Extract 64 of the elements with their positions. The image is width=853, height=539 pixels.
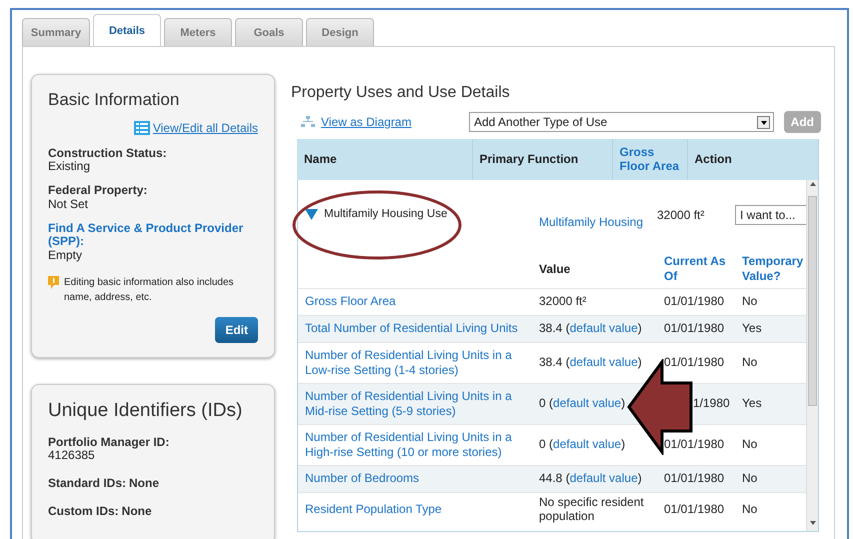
default-value-link[interactable]: default value [553, 396, 622, 410]
temporary-text: No [742, 502, 758, 516]
temporary-text: Yes [742, 321, 762, 336]
date-text: 01/01/1980 [664, 437, 724, 452]
value-text: 38.4 (default value) [539, 355, 642, 370]
temporary-text: No [742, 355, 758, 370]
use-name: Multifamily Housing Use [324, 208, 448, 222]
card-title: Unique Identifiers (IDs) [48, 399, 244, 424]
column-header: Name [297, 139, 472, 180]
detail-link[interactable]: Gross Floor Area [305, 294, 525, 309]
date-text: 01/01/1980 [664, 355, 724, 370]
detail-link[interactable]: Resident Population Type [305, 502, 525, 516]
tab[interactable]: Design [306, 18, 374, 47]
value-text: 0 (default value) [539, 396, 626, 410]
details-link[interactable]: View/Edit all Details [152, 118, 258, 136]
field-value: Not Set [48, 198, 90, 212]
tab[interactable]: Goals [235, 18, 303, 47]
date-text: 01/01/1980 [664, 294, 724, 308]
temporary-text: No [742, 471, 758, 486]
date-text: 01/01/1980 [664, 502, 724, 516]
detail-link[interactable]: Number of Residential Living Units in a Low-rise Setting (1-4 stories) [305, 348, 525, 377]
field-value: None [122, 504, 152, 519]
column-header-link[interactable]: Gross Floor Area [612, 139, 687, 180]
field-value: None [129, 477, 160, 491]
value-text: 32000 ft² [539, 294, 586, 308]
field-label: Standard IDs: [48, 477, 126, 491]
value-text: 38.4 (default value) [539, 321, 642, 336]
date-text: 01/01/1980 [664, 471, 724, 486]
tab[interactable]: Details [93, 14, 161, 47]
default-value-link[interactable]: default value [570, 355, 638, 370]
detail-link[interactable]: Number of Residential Living Units in a High-rise Setting (10 or more stories) [305, 430, 525, 459]
default-value-link[interactable]: default value [570, 471, 638, 486]
field-label: Custom IDs: [48, 504, 119, 519]
card-title: Basic Information [48, 89, 180, 111]
value-text: 44.8 (default value) [539, 471, 642, 486]
temporary-text: No [742, 437, 758, 452]
temporary-text: No [742, 294, 758, 308]
column-header-link[interactable]: Current As Of [664, 254, 728, 284]
default-value-link[interactable]: default value [570, 321, 638, 336]
column-header: Primary Function [472, 139, 612, 180]
field-value: Existing [48, 160, 92, 174]
area-value: 32000 ft² [657, 208, 704, 222]
column-header: Action [687, 139, 818, 180]
provider-link[interactable]: Find A Service & Product Provider (SPP): [48, 222, 258, 250]
function-link[interactable]: Multifamily Housing [539, 214, 644, 229]
tab[interactable]: Summary [22, 18, 90, 47]
field-label: Portfolio Manager ID: [48, 436, 170, 450]
note-text: Editing basic information also includes name, address, etc. [64, 276, 235, 306]
value-text: No specific resident population [539, 494, 644, 523]
diagram-link[interactable]: View as Diagram [321, 113, 412, 131]
field-value: 4126385 [48, 449, 96, 464]
date-text: 01/01/1980 [664, 321, 724, 336]
tab[interactable]: Meters [164, 18, 232, 47]
use-type-select[interactable]: Add Another Type of Use [469, 112, 774, 132]
field-value: Empty [48, 249, 84, 264]
section-title: Property Uses and Use Details [291, 83, 511, 103]
default-value-link[interactable]: default value [553, 437, 622, 452]
temporary-text: Yes [742, 396, 762, 410]
value-text: 0 (default value) [539, 437, 626, 452]
date-text: 1/1980 [693, 396, 730, 410]
field-label: Construction Status: [48, 146, 168, 160]
field-label: Federal Property: [48, 184, 148, 198]
edit-button[interactable]: Edit [215, 317, 258, 344]
column-header: Value [539, 262, 572, 276]
